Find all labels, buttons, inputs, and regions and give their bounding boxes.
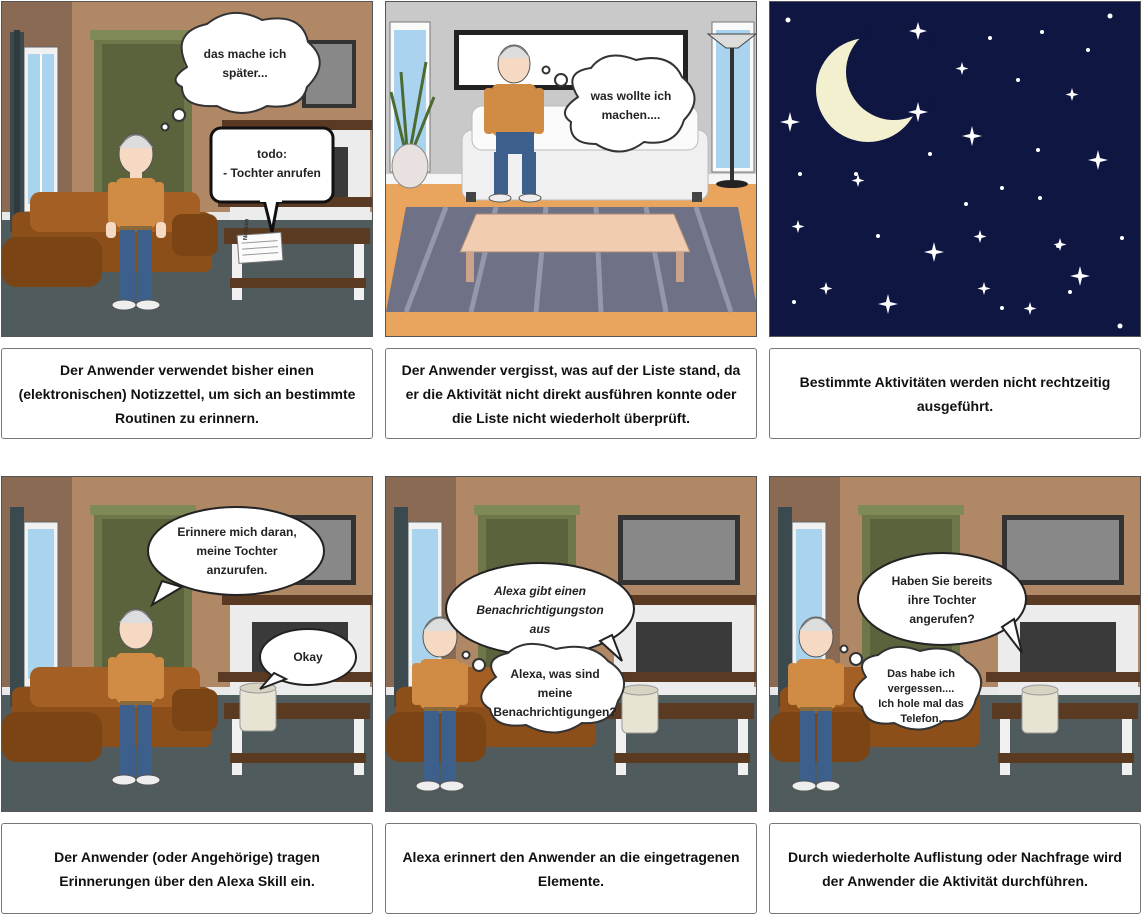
panel-6: Haben Sie bereits ihre Tochter angerufen… bbox=[769, 476, 1141, 812]
caption-1: Der Anwender verwendet bisher einen (ele… bbox=[1, 348, 373, 439]
panel-3 bbox=[769, 1, 1141, 337]
scene-alexa-notification bbox=[386, 477, 756, 811]
caption-3: Bestimmte Aktivitäten werden nicht recht… bbox=[769, 348, 1141, 439]
speech-bubble-alexa: Okay bbox=[293, 649, 323, 664]
caption-6: Durch wiederholte Auflistung oder Nachfr… bbox=[769, 823, 1141, 914]
speech-bubble-alexa: Haben Sie bereits ihre Tochter angerufen… bbox=[891, 573, 993, 626]
night-sky-scene bbox=[770, 2, 1140, 336]
thought-bubble-user: Das habe ich vergessen.... Ich hole mal … bbox=[878, 668, 964, 725]
panel-1: das mache ich später... todo: - Tochter … bbox=[1, 1, 373, 337]
panel-5: Alexa gibt einen Benachrichtigungston au… bbox=[385, 476, 757, 812]
panel-2: was wollte ich machen.... bbox=[385, 1, 757, 337]
scene-couch-forgetting bbox=[386, 2, 756, 336]
thought-bubble-text: das mache ich später... bbox=[203, 47, 287, 80]
scene-alexa-followup bbox=[770, 477, 1140, 811]
caption-4: Der Anwender (oder Angehörige) tragen Er… bbox=[1, 823, 373, 914]
smart-speaker-icon bbox=[1021, 688, 1059, 734]
speech-bubble-alexa: Alexa gibt einen Benachrichtigungston au… bbox=[476, 583, 604, 636]
smart-speaker-icon bbox=[239, 686, 277, 732]
caption-2: Der Anwender vergisst, was auf der Liste… bbox=[385, 348, 757, 439]
todo-sign-text: todo: - Tochter anrufen bbox=[223, 147, 321, 180]
thought-bubble-user: Alexa, was sind meine Benachrichtigungen… bbox=[493, 666, 617, 719]
smart-speaker-icon bbox=[621, 688, 659, 734]
caption-5: Alexa erinnert den Anwender an die einge… bbox=[385, 823, 757, 914]
panel-4: Erinnere mich daran, meine Tochter anzur… bbox=[1, 476, 373, 812]
speech-bubble-user: Erinnere mich daran, meine Tochter anzur… bbox=[177, 524, 297, 577]
thought-bubble-text: was wollte ich machen.... bbox=[590, 89, 672, 122]
